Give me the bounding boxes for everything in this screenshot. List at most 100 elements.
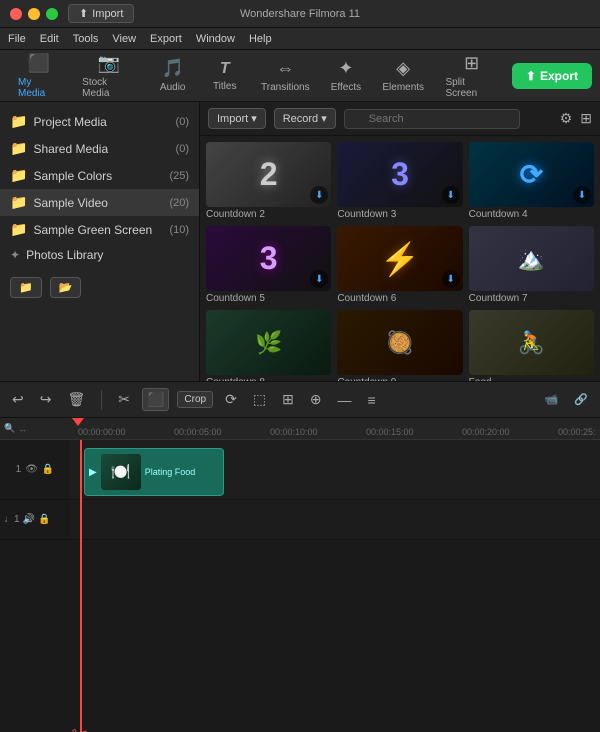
- rotate-button[interactable]: ⟳: [221, 389, 241, 410]
- audio-lock-icon[interactable]: 🔒: [38, 514, 50, 525]
- timeline-tracks: ▶ 🍽️ Plating Food ✂: [70, 440, 600, 732]
- close-button[interactable]: [10, 8, 22, 20]
- export-icon: ⬆: [526, 69, 536, 83]
- tab-stock-media[interactable]: 📷 Stock Media: [72, 49, 146, 103]
- ruler-mark-10: 00:00:10:00: [270, 427, 318, 437]
- track-video-controls: 1 👁 🔒: [0, 440, 70, 500]
- export-button[interactable]: ⬆ Export: [512, 63, 592, 89]
- title-bar: ⬆ Import Wondershare Filmora 11: [0, 0, 600, 28]
- minimize-button[interactable]: [28, 8, 40, 20]
- video-track: ▶ 🍽️ Plating Food: [70, 440, 600, 500]
- media-panel: Import ▾ Record ▾ 🔍 ⚙ ⊞ 2 ⬇ Countdown 2: [200, 102, 600, 381]
- marker-button[interactable]: 🔗: [570, 391, 592, 408]
- list-item[interactable]: ⚡ ⬇ Countdown 6: [337, 226, 462, 304]
- list-item[interactable]: 3 ⬇ Countdown 3: [337, 142, 462, 220]
- app-title: Wondershare Filmora 11: [240, 8, 360, 20]
- fit-icon[interactable]: ↔: [18, 424, 27, 434]
- menu-view[interactable]: View: [112, 33, 136, 45]
- timeline-ruler-area: 00:00:00:00 00:00:05:00 00:00:10:00 00:0…: [70, 418, 600, 732]
- import-icon: ⬆: [79, 7, 88, 20]
- tab-audio[interactable]: 🎵 Audio: [148, 54, 198, 97]
- sidebar-item-shared-media[interactable]: 📁 Shared Media (0): [0, 135, 199, 162]
- traffic-lights: [10, 8, 58, 20]
- list-item[interactable]: 3 ⬇ Countdown 5: [206, 226, 331, 304]
- list-item[interactable]: 🌿 Countdown 8: [206, 310, 331, 381]
- media-thumbnail: 🥘: [337, 310, 462, 375]
- fullscreen-button[interactable]: [46, 8, 58, 20]
- tab-my-media[interactable]: ⬛ My Media: [8, 49, 70, 103]
- sidebar-item-photos-library[interactable]: ✦ Photos Library: [0, 243, 199, 267]
- menu-window[interactable]: Window: [196, 33, 235, 45]
- tab-elements[interactable]: ◈ Elements: [373, 54, 434, 97]
- tab-titles[interactable]: T Titles: [200, 56, 250, 96]
- sidebar: 📁 Project Media (0) 📁 Shared Media (0) 📁…: [0, 102, 200, 381]
- media-thumbnail: 🌿: [206, 310, 331, 375]
- effects-icon: ✦: [338, 58, 353, 79]
- main-toolbar: ⬛ My Media 📷 Stock Media 🎵 Audio T Title…: [0, 50, 600, 102]
- playhead-marker-top: [72, 418, 84, 426]
- timeline: ↩ ↪ 🗑 ✂ ⬛ Crop ⟳ ⬚ ⊞ ⊕ — ≡ 📹 🔗 🔍 ↔ 1 👁: [0, 382, 600, 732]
- video-clip[interactable]: ▶ 🍽️ Plating Food: [84, 448, 224, 496]
- list-item[interactable]: 2 ⬇ Countdown 2: [206, 142, 331, 220]
- dropdown-arrow-icon: ▾: [251, 112, 257, 125]
- tab-split-screen[interactable]: ⊞ Split Screen: [435, 49, 507, 103]
- minus-button[interactable]: —: [334, 390, 356, 410]
- crop-tooltip: Crop: [177, 391, 213, 408]
- playhead-line[interactable]: [80, 440, 82, 732]
- track-controls: 🔍 ↔ 1 👁 🔒 ♩1 🔊 🔒: [0, 418, 70, 732]
- smart-folder-button[interactable]: 📂: [50, 277, 82, 298]
- zoom-icon[interactable]: 🔍: [4, 423, 15, 434]
- track-audio-controls: ♩1 🔊 🔒: [0, 500, 70, 540]
- download-icon: ⬇: [573, 186, 591, 204]
- cut-button[interactable]: ✂: [114, 389, 134, 410]
- titles-icon: T: [220, 60, 230, 78]
- tab-effects[interactable]: ✦ Effects: [321, 54, 371, 97]
- redo-button[interactable]: ↪: [36, 389, 56, 410]
- crop-button[interactable]: ⬛: [142, 388, 169, 411]
- speaker-icon[interactable]: 🔊: [23, 514, 35, 525]
- media-toolbar: Import ▾ Record ▾ 🔍 ⚙ ⊞: [200, 102, 600, 136]
- import-button[interactable]: ⬆ Import: [68, 4, 134, 23]
- split-screen-icon: ⊞: [464, 53, 479, 74]
- menu-tools[interactable]: Tools: [73, 33, 99, 45]
- grid-view-icon[interactable]: ⊞: [580, 110, 592, 127]
- flip-button[interactable]: ⬚: [249, 389, 270, 410]
- media-thumbnail: 🚴: [469, 310, 594, 375]
- menu-help[interactable]: Help: [249, 33, 272, 45]
- delete-button[interactable]: 🗑: [63, 389, 89, 410]
- menu-edit[interactable]: Edit: [40, 33, 59, 45]
- folder-icon: 📁: [10, 167, 27, 184]
- search-input[interactable]: [344, 109, 520, 129]
- eye-icon[interactable]: 👁: [25, 464, 38, 475]
- filter-icon[interactable]: ⚙: [560, 110, 573, 127]
- sidebar-item-sample-colors[interactable]: 📁 Sample Colors (25): [0, 162, 199, 189]
- menu-file[interactable]: File: [8, 33, 26, 45]
- download-icon: ⬇: [442, 186, 460, 204]
- list-item[interactable]: 🚴 Food: [469, 310, 594, 381]
- list-item[interactable]: 🏔️ Countdown 7: [469, 226, 594, 304]
- sidebar-item-project-media[interactable]: 📁 Project Media (0): [0, 108, 199, 135]
- lock-icon[interactable]: 🔒: [42, 464, 54, 475]
- add-track-button[interactable]: 📹: [541, 391, 563, 408]
- undo-button[interactable]: ↩: [8, 389, 28, 410]
- elements-icon: ◈: [396, 58, 410, 79]
- dropdown-arrow-icon: ▾: [321, 112, 327, 125]
- list-item[interactable]: 🥘 Countdown 9: [337, 310, 462, 381]
- settings-button[interactable]: ≡: [364, 390, 380, 410]
- layout-button[interactable]: ⊞: [278, 389, 298, 410]
- new-folder-button[interactable]: 📁: [10, 277, 42, 298]
- scissors-marker: ✂: [72, 722, 89, 732]
- search-wrapper: 🔍: [344, 109, 552, 129]
- import-dropdown-button[interactable]: Import ▾: [208, 108, 266, 129]
- list-item[interactable]: ⟳ ⬇ Countdown 4: [469, 142, 594, 220]
- audio-track: [70, 500, 600, 540]
- transitions-icon: ⇔: [276, 58, 294, 79]
- sidebar-item-sample-video[interactable]: 📁 Sample Video (20): [0, 189, 199, 216]
- sidebar-item-sample-green-screen[interactable]: 📁 Sample Green Screen (10): [0, 216, 199, 243]
- tab-transitions[interactable]: ⇔ Transitions: [252, 54, 319, 97]
- video-clip-icon: ▶: [89, 467, 97, 478]
- add-button[interactable]: ⊕: [306, 389, 326, 410]
- menu-bar: File Edit Tools View Export Window Help: [0, 28, 600, 50]
- record-dropdown-button[interactable]: Record ▾: [274, 108, 336, 129]
- menu-export[interactable]: Export: [150, 33, 182, 45]
